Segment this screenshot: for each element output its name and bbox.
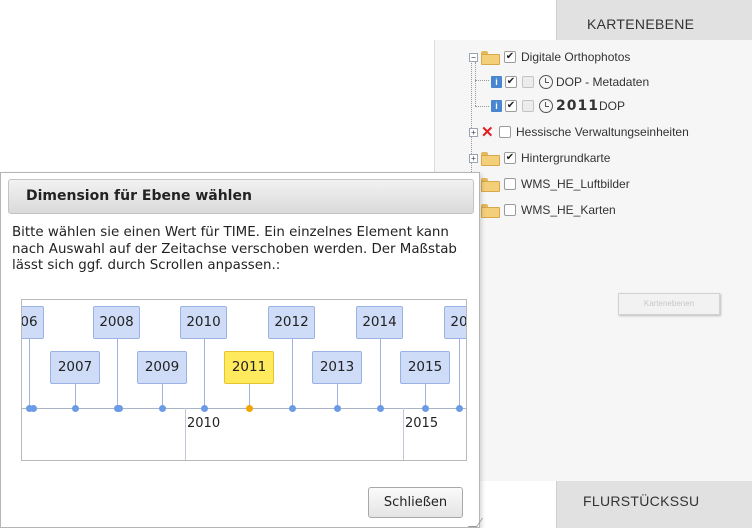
layer-item-digitale-orthophotos[interactable]: − ✔ Digitale Orthophotos xyxy=(469,47,630,67)
dialog-titlebar[interactable]: Dimension für Ebene wählen xyxy=(8,179,474,214)
timeline-item-stem xyxy=(380,339,381,408)
layer-secondary-checkbox[interactable] xyxy=(522,76,534,88)
layer-item-wms-he-karten[interactable]: WMS_HE_Karten xyxy=(481,200,616,220)
time-timeline[interactable]: 06 2008 2010 2012 2014 20 2007 2009 2011 2013 2015… xyxy=(21,299,467,461)
timeline-item-stem xyxy=(459,339,460,408)
red-x-icon: ✕ xyxy=(481,124,494,141)
timeline-major-tick xyxy=(185,408,186,460)
timeline-item-selected[interactable]: 2011 xyxy=(224,351,274,384)
folder-open-icon xyxy=(481,51,500,65)
layer-checkbox[interactable]: ✔ xyxy=(504,152,516,164)
timeline-item[interactable]: 2008 xyxy=(93,306,140,339)
layer-item-dop-metadaten[interactable]: i ✔ DOP - Metadaten xyxy=(491,72,649,92)
layer-label: WMS_HE_Karten xyxy=(521,203,616,217)
timeline-dot[interactable] xyxy=(30,405,37,412)
timeline-axis-label: 2010 xyxy=(187,416,221,431)
timeline-dot[interactable] xyxy=(422,405,429,412)
layer-checkbox[interactable] xyxy=(499,126,511,138)
layer-label: Hessische Verwaltungseinheiten xyxy=(516,125,689,139)
dialog-description: Bitte wählen sie einen Wert für TIME. Ei… xyxy=(12,225,457,273)
timeline-item[interactable]: 06 xyxy=(22,306,44,339)
expand-icon[interactable]: + xyxy=(469,153,478,163)
dimension-dialog: Dimension für Ebene wählen Bitte wählen … xyxy=(0,172,484,528)
layer-label: DOP xyxy=(598,99,625,113)
clock-icon[interactable] xyxy=(539,75,553,89)
timeline-item[interactable]: 2012 xyxy=(268,306,315,339)
layer-secondary-checkbox[interactable] xyxy=(522,100,534,112)
kartenebenen-button[interactable]: Kartenebenen xyxy=(618,293,720,315)
timeline-dot[interactable] xyxy=(456,405,463,412)
layer-label: DOP - Metadaten xyxy=(556,75,650,89)
timeline-item[interactable]: 2010 xyxy=(180,306,227,339)
folder-icon xyxy=(481,204,500,218)
timeline-item[interactable]: 2015 xyxy=(400,351,450,384)
tree-connector xyxy=(475,106,489,107)
timeline-axis xyxy=(22,408,466,409)
expand-icon[interactable]: + xyxy=(469,127,478,137)
layer-label: Hintergrundkarte xyxy=(521,151,611,165)
info-icon[interactable]: i xyxy=(491,76,502,88)
timeline-item[interactable]: 2014 xyxy=(356,306,403,339)
layer-checkbox[interactable]: ✔ xyxy=(504,51,516,63)
clock-icon[interactable] xyxy=(539,99,553,113)
layer-label: WMS_HE_Luftbilder xyxy=(521,177,630,191)
layer-label: Digitale Orthophotos xyxy=(521,50,631,64)
layer-checkbox[interactable]: ✔ xyxy=(505,100,517,112)
timeline-dot[interactable] xyxy=(334,405,341,412)
timeline-item-stem xyxy=(29,339,30,408)
dialog-title: Dimension für Ebene wählen xyxy=(26,188,252,204)
timeline-dot[interactable] xyxy=(72,405,79,412)
close-button[interactable]: Schließen xyxy=(368,487,463,518)
layer-checkbox[interactable]: ✔ xyxy=(505,76,517,88)
timeline-item[interactable]: 20 xyxy=(444,306,466,339)
timeline-item[interactable]: 2013 xyxy=(312,351,362,384)
layer-time-value: 2011 xyxy=(556,98,599,114)
timeline-item-stem xyxy=(117,339,118,408)
folder-icon xyxy=(481,152,500,166)
layer-tree-panel: − ✔ Digitale Orthophotos i ✔ DOP - Metad… xyxy=(434,40,752,481)
layer-item-hessische-verwaltungseinheiten[interactable]: + ✕ Hessische Verwaltungseinheiten xyxy=(469,122,689,142)
layer-panel-title: KARTENEBENE xyxy=(587,16,695,32)
timeline-item-stem xyxy=(204,339,205,408)
timeline-major-tick xyxy=(403,408,404,460)
layer-item-hintergrundkarte[interactable]: + ✔ Hintergrundkarte xyxy=(469,148,610,168)
layer-item-wms-he-luftbilder[interactable]: WMS_HE_Luftbilder xyxy=(481,174,630,194)
timeline-dot[interactable] xyxy=(289,405,296,412)
layer-checkbox[interactable] xyxy=(504,178,516,190)
layer-item-dop[interactable]: i ✔ 2011 DOP xyxy=(491,96,625,116)
collapse-icon[interactable]: − xyxy=(469,52,478,62)
folder-icon xyxy=(481,178,500,192)
timeline-axis-label: 2015 xyxy=(405,416,439,431)
timeline-dot[interactable] xyxy=(159,405,166,412)
flurstuecksuche-header[interactable]: FLURSTÜCKSSU xyxy=(556,481,752,528)
timeline-dot[interactable] xyxy=(201,405,208,412)
timeline-item[interactable]: 2009 xyxy=(137,351,187,384)
layer-checkbox[interactable] xyxy=(504,204,516,216)
flurstuecksuche-title: FLURSTÜCKSSU xyxy=(583,493,700,509)
resize-grip-icon[interactable] xyxy=(467,518,484,527)
tree-connector xyxy=(475,62,476,106)
timeline-selected-dot[interactable] xyxy=(246,405,253,412)
timeline-item-stem xyxy=(292,339,293,408)
info-icon[interactable]: i xyxy=(491,100,502,112)
timeline-dot[interactable] xyxy=(377,405,384,412)
timeline-item[interactable]: 2007 xyxy=(50,351,100,384)
timeline-dot[interactable] xyxy=(116,405,123,412)
tree-connector xyxy=(475,80,489,81)
